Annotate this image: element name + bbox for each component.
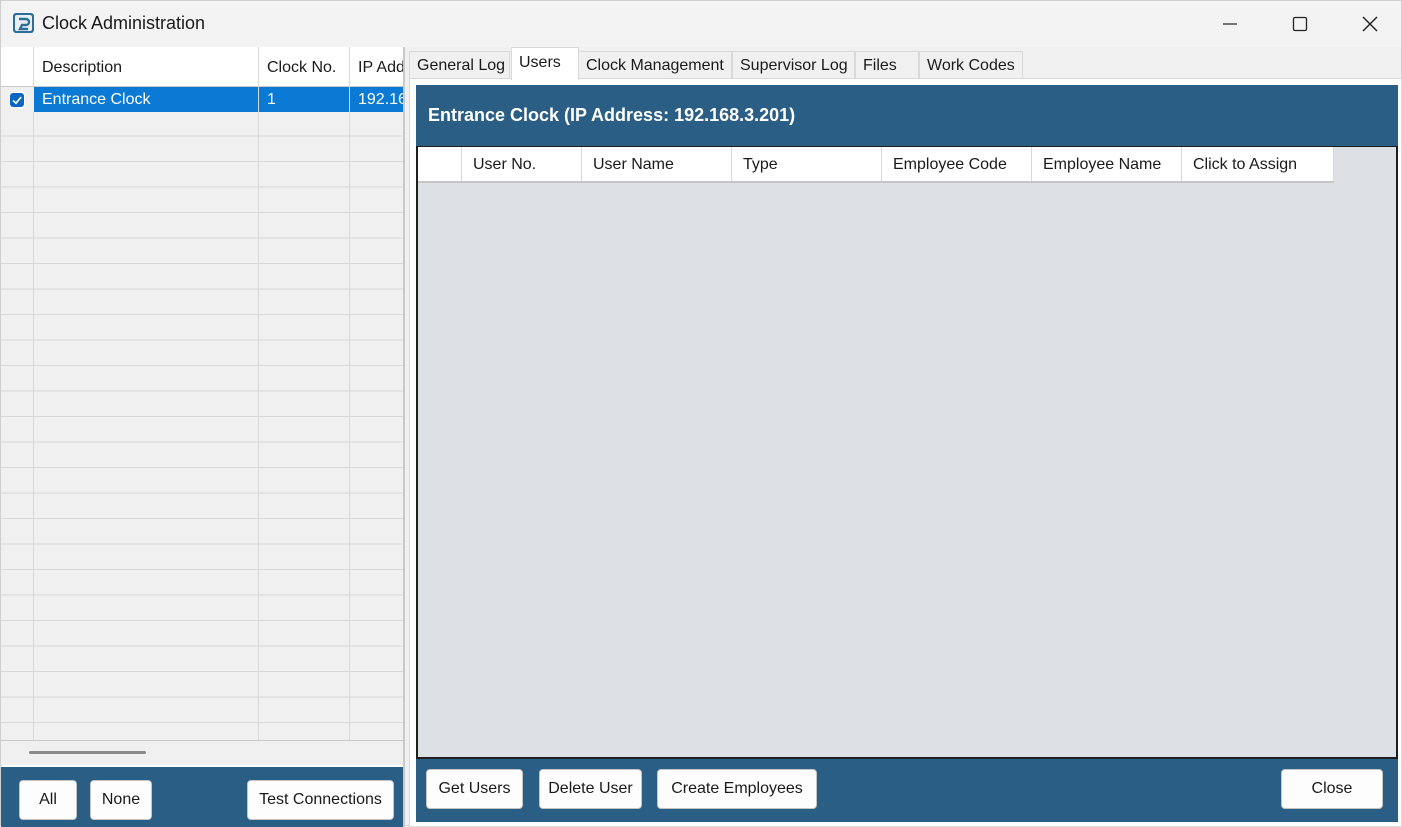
maximize-button[interactable] xyxy=(1265,1,1335,47)
delete-user-button[interactable]: Delete User xyxy=(539,769,642,809)
tab-work-codes[interactable]: Work Codes xyxy=(919,51,1023,79)
close-button[interactable]: Close xyxy=(1281,769,1383,809)
column-header-user-no[interactable]: User No. xyxy=(462,147,582,181)
create-employees-button[interactable]: Create Employees xyxy=(657,769,817,809)
clock-administration-window: Clock Administration Description Clock N… xyxy=(0,0,1402,827)
tab-files[interactable]: Files xyxy=(855,51,919,79)
clocks-panel: Description Clock No. IP Address Entranc… xyxy=(1,47,405,827)
maximize-icon xyxy=(1292,16,1308,32)
tab-clock-management[interactable]: Clock Management xyxy=(578,51,732,79)
minimize-button[interactable] xyxy=(1195,1,1265,47)
column-header-clock-no[interactable]: Clock No. xyxy=(259,47,350,87)
select-column-header[interactable] xyxy=(418,147,462,181)
tab-supervisor-log[interactable]: Supervisor Log xyxy=(732,51,855,79)
column-header-user-name[interactable]: User Name xyxy=(582,147,732,181)
column-header-employee-code[interactable]: Employee Code xyxy=(882,147,1032,181)
get-users-button[interactable]: Get Users xyxy=(426,769,523,809)
tab-strip: General Log Users Clock Management Super… xyxy=(409,47,1402,80)
horizontal-scrollbar[interactable] xyxy=(1,741,403,765)
users-tab-panel: Entrance Clock (IP Address: 192.168.3.20… xyxy=(409,78,1402,827)
test-connections-button[interactable]: Test Connections xyxy=(247,780,394,820)
column-header-type[interactable]: Type xyxy=(732,147,882,181)
table-row[interactable]: Entrance Clock 1 192.168.3.201 xyxy=(1,87,403,112)
column-header-ip-address[interactable]: IP Address xyxy=(350,47,403,87)
close-window-button[interactable] xyxy=(1335,1,1402,47)
users-button-bar: Get Users Delete User Create Employees C… xyxy=(416,759,1398,822)
close-icon xyxy=(1362,16,1378,32)
users-grid-header: User No. User Name Type Employee Code Em… xyxy=(418,147,1334,183)
tab-general-log[interactable]: General Log xyxy=(409,51,510,79)
cell-clock-no[interactable]: 1 xyxy=(259,87,350,112)
row-select-cell[interactable] xyxy=(1,87,34,112)
tab-users[interactable]: Users xyxy=(511,47,579,80)
title-bar: Clock Administration xyxy=(1,1,1401,47)
minimize-icon xyxy=(1223,23,1237,25)
app-icon xyxy=(13,13,34,33)
select-column-header[interactable] xyxy=(1,47,34,87)
left-button-bar: All None Test Connections xyxy=(1,767,403,827)
row-checkbox[interactable] xyxy=(9,92,25,108)
scrollbar-thumb[interactable] xyxy=(29,751,146,754)
select-all-button[interactable]: All xyxy=(19,780,77,820)
column-header-description[interactable]: Description xyxy=(34,47,259,87)
clocks-grid-header: Description Clock No. IP Address xyxy=(1,47,403,87)
clocks-grid[interactable]: Description Clock No. IP Address Entranc… xyxy=(1,47,403,741)
clock-header: Entrance Clock (IP Address: 192.168.3.20… xyxy=(416,85,1398,147)
clock-header-title: Entrance Clock (IP Address: 192.168.3.20… xyxy=(428,105,796,125)
column-header-employee-name[interactable]: Employee Name xyxy=(1032,147,1182,181)
cell-description[interactable]: Entrance Clock xyxy=(34,87,259,112)
window-title: Clock Administration xyxy=(42,13,206,33)
checkmark-icon xyxy=(12,96,22,105)
users-grid[interactable]: User No. User Name Type Employee Code Em… xyxy=(416,146,1398,759)
cell-ip-address[interactable]: 192.168.3.201 xyxy=(350,87,403,112)
column-header-click-to-assign[interactable]: Click to Assign xyxy=(1182,147,1334,181)
select-none-button[interactable]: None xyxy=(90,780,152,820)
